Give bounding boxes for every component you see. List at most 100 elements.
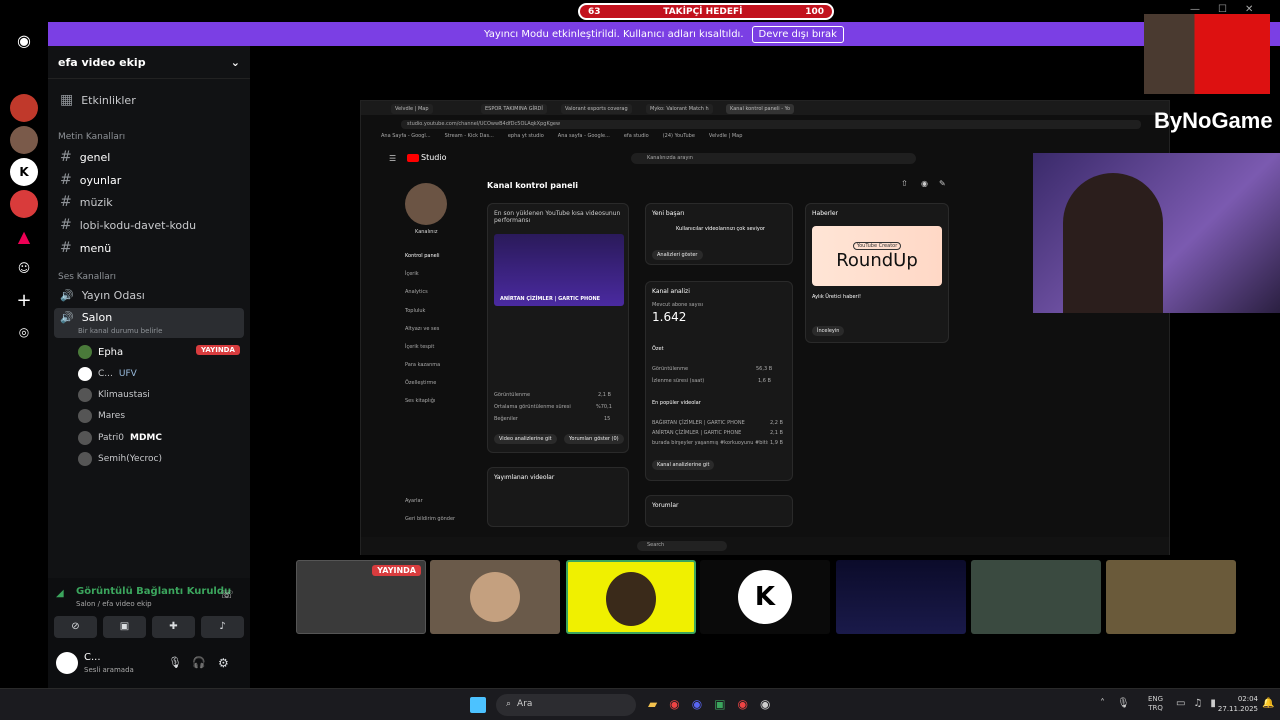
bookmark[interactable]: Stream - Kick Das... (445, 133, 494, 139)
disable-streamer-mode-button[interactable]: Devre dışı bırak (751, 25, 844, 43)
stream-tile-user[interactable] (971, 560, 1101, 634)
nav-item-customization[interactable]: Özelleştirme (405, 380, 436, 386)
hamburger-icon[interactable]: ☰ (389, 154, 396, 163)
settings-gear-icon[interactable]: ⚙ (218, 656, 229, 670)
member-epha[interactable]: Epha (78, 345, 123, 359)
channel-muzik[interactable]: # müzik (60, 194, 113, 210)
member-patri0[interactable]: Patri0 MDMC (78, 431, 162, 445)
tray-status-icons[interactable]: ▭ ♫ ▮ (1176, 698, 1216, 709)
text-category[interactable]: Metin Kanalları (58, 132, 125, 142)
discord-icon[interactable]: ◉ (692, 697, 702, 711)
language-indicator[interactable]: ENG TRQ (1148, 695, 1163, 713)
add-server-icon[interactable]: + (10, 286, 38, 314)
stream-tile-user[interactable] (1106, 560, 1236, 634)
salon-status[interactable]: Bir kanal durumu belirle (78, 327, 162, 335)
screen-share-stream[interactable]: Velvdle | Map ESPOR TAKIMINA GİRDİ Valor… (360, 100, 1280, 555)
member-semih[interactable]: Semih(Yecroc) (78, 452, 162, 466)
headphones-icon[interactable]: 🎧 (192, 656, 206, 669)
stream-tile-user[interactable] (430, 560, 560, 634)
app-icon[interactable]: ▣ (714, 697, 725, 711)
channel-analytics-button[interactable]: Kanal analizlerine git (652, 460, 715, 470)
channel-menu[interactable]: # menü (60, 240, 111, 256)
channel-genel[interactable]: # genel (60, 149, 110, 165)
voice-location[interactable]: Salon / efa video ekip (76, 600, 152, 608)
youtube-logo-icon[interactable] (407, 154, 419, 162)
stream-tile-user[interactable] (836, 560, 966, 634)
clock[interactable]: 02:04 27.11.2025 (1212, 694, 1258, 714)
nav-item-content-detection[interactable]: İçerik tespit (405, 344, 434, 350)
server-header[interactable]: efa video ekip ⌄ (58, 56, 240, 69)
roundup-banner[interactable]: YouTube Creator RoundUp (812, 226, 942, 286)
stream-tile-user[interactable]: K (700, 560, 830, 634)
nav-item-settings[interactable]: Ayarlar (405, 498, 423, 504)
browser-tab-active[interactable]: Kanal kontrol paneli - Yo (726, 104, 795, 114)
bookmark[interactable]: Ana Sayfa - Googl... (381, 133, 431, 139)
address-bar[interactable]: studio.youtube.com/channel/UCOwwB4dfDc5O… (401, 120, 1141, 129)
server-icon[interactable] (10, 94, 38, 122)
browser-tab[interactable]: Valorant esports coverag (561, 104, 632, 114)
disconnect-icon[interactable]: ☏ (220, 588, 234, 601)
member-mares[interactable]: Mares (78, 409, 125, 423)
nav-item-monetization[interactable]: Para kazanma (405, 362, 440, 368)
mic-icon[interactable]: 🎙 (168, 656, 182, 669)
news-cta-button[interactable]: İnceleyin (812, 326, 845, 336)
nav-item-audio-library[interactable]: Ses kitaplığı (405, 398, 435, 404)
discord-home-icon[interactable]: ◉ (10, 26, 38, 54)
stream-tile-user-speaking[interactable] (566, 560, 696, 634)
server-icon[interactable]: ▲ (10, 222, 38, 250)
nav-item-content[interactable]: İçerik (405, 271, 419, 277)
top-video-item[interactable]: BAĞIRTAN ÇİZİMLER | GARTIC PHONE (652, 420, 745, 426)
kick-server-icon[interactable]: K (10, 158, 38, 186)
discover-icon[interactable]: ◎ (10, 318, 38, 346)
nav-item-subtitles[interactable]: Altyazı ve ses (405, 326, 439, 332)
show-comments-button[interactable]: Yorumları göster (0) (564, 434, 624, 444)
chevron-up-icon[interactable]: ˄ (1100, 698, 1105, 709)
bookmark[interactable]: epha yt studio (508, 133, 544, 139)
channel-avatar[interactable] (405, 183, 447, 225)
events-item[interactable]: ▦ Etkinlikler (60, 92, 136, 108)
nav-item-feedback[interactable]: Geri bildirim gönder (405, 516, 455, 522)
chrome-icon[interactable]: ◉ (738, 697, 748, 711)
live-icon[interactable]: ◉ (921, 179, 928, 188)
edit-icon[interactable]: ✎ (939, 179, 946, 188)
server-icon[interactable] (10, 126, 38, 154)
server-icon[interactable]: ☺ (10, 254, 38, 282)
bookmark[interactable]: Ana sayfa - Google... (558, 133, 610, 139)
channel-oyunlar[interactable]: # oyunlar (60, 172, 121, 188)
bookmark[interactable]: (24) YouTube (663, 133, 695, 139)
camera-off-button[interactable]: ⊘ (54, 616, 97, 638)
top-video-item[interactable]: ANİRTAN ÇİZİMLER | GARTIC PHONE (652, 430, 741, 436)
nav-item-community[interactable]: Topluluk (405, 308, 425, 314)
signal-icon[interactable]: ◢ (56, 588, 64, 599)
stream-tile-screen[interactable]: YAYINDA (296, 560, 426, 634)
browser-tab[interactable]: Velvdle | Map (391, 104, 433, 114)
browser-tab[interactable]: Myko: Valorant Match h (646, 104, 713, 114)
soundboard-button[interactable]: ♪ (201, 616, 244, 638)
channel-lobi[interactable]: # lobi-kodu-davet-kodu (60, 217, 196, 233)
server-icon[interactable] (10, 190, 38, 218)
video-analytics-button[interactable]: Video analizlerine git (494, 434, 557, 444)
notification-icon[interactable]: 🔔 (1262, 698, 1274, 709)
taskbar-search[interactable]: ⌕ Ara (496, 694, 636, 716)
user-avatar[interactable] (56, 652, 78, 674)
studio-search[interactable]: Kanalınızda arayın (631, 153, 916, 164)
member-c[interactable]: C... UFV (78, 367, 137, 381)
windows-start-icon[interactable] (470, 697, 486, 713)
top-video-item[interactable]: burada birşeyler yaşanmış #korkuoyunu #b… (652, 440, 768, 446)
nav-item-dashboard[interactable]: Kontrol paneli (405, 253, 439, 259)
browser-tab[interactable]: ESPOR TAKIMINA GİRDİ (481, 104, 547, 114)
nav-item-analytics[interactable]: Analytics (405, 289, 428, 295)
bookmark[interactable]: efa studio (624, 133, 649, 139)
voice-category[interactable]: Ses Kanalları (58, 272, 116, 282)
bookmark[interactable]: Velvdle | Map (709, 133, 743, 139)
member-klimaustasi[interactable]: Klimaustasi (78, 388, 150, 402)
inner-taskbar-search[interactable]: Search (637, 541, 727, 551)
show-analytics-button[interactable]: Analizleri göster (652, 250, 703, 260)
steam-icon[interactable]: ◉ (760, 697, 770, 711)
voice-channel-yayin[interactable]: 🔊 Yayın Odası (60, 289, 145, 302)
activities-button[interactable]: ✚ (152, 616, 195, 638)
upload-icon[interactable]: ⇧ (901, 179, 908, 188)
mic-tray-icon[interactable]: 🎙 (1117, 698, 1130, 709)
file-explorer-icon[interactable]: ▰ (648, 697, 657, 711)
chrome-icon[interactable]: ◉ (669, 697, 679, 711)
